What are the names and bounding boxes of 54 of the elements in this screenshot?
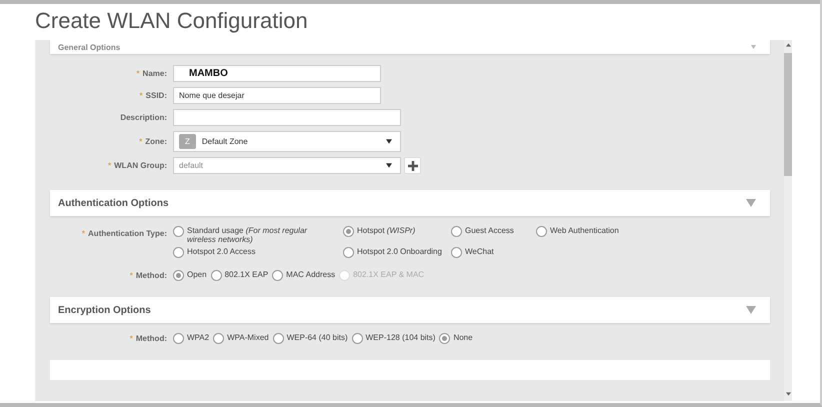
scroll-up-icon[interactable]	[786, 43, 790, 47]
radio-option[interactable]: WPA-Mixed	[213, 333, 269, 344]
radio-option[interactable]: Web Authentication	[536, 226, 770, 244]
collapse-icon[interactable]	[746, 199, 756, 207]
radio-option[interactable]: Hotspot 2.0 Onboarding	[343, 247, 451, 258]
text-field[interactable]: MAMBO	[173, 65, 381, 82]
text-field[interactable]	[173, 109, 401, 126]
field-label: Description:	[120, 113, 167, 122]
required-mark: *	[130, 271, 133, 280]
radio-option[interactable]: Standard usage (For most regular wireless networks)	[173, 226, 343, 244]
collapse-icon[interactable]	[751, 45, 756, 49]
radio-option[interactable]: Hotspot 2.0 Access	[173, 247, 343, 258]
section-title: General Options	[58, 42, 120, 52]
radio-option[interactable]: MAC Address	[272, 270, 336, 281]
zone-dropdown[interactable]: Z Default Zone	[173, 131, 401, 152]
section-title: Authentication Options	[58, 198, 169, 208]
zone-badge: Z	[179, 134, 196, 149]
field-label: Zone:	[145, 137, 167, 146]
required-mark: *	[108, 161, 112, 170]
plus-icon	[408, 160, 418, 170]
field-label: WLAN Group:	[114, 161, 167, 170]
dropdown-arrow-icon	[386, 139, 392, 144]
radio-option[interactable]: WPA2	[173, 333, 210, 344]
field-label: Name:	[142, 69, 167, 78]
radio-option[interactable]: Open	[173, 270, 207, 281]
collapse-icon[interactable]	[746, 306, 756, 314]
section-header[interactable]: General Options	[50, 40, 770, 54]
text-field[interactable]: Nome que desejar	[173, 87, 381, 104]
required-mark: *	[140, 91, 143, 100]
dialog-title: Create WLAN Configuration	[35, 8, 308, 33]
scroll-down-icon[interactable]	[786, 392, 790, 396]
required-mark: *	[130, 334, 133, 343]
radio-option[interactable]: WEP-64 (40 bits)	[272, 333, 348, 344]
field-label: SSID:	[146, 91, 167, 100]
add-button[interactable]	[404, 157, 421, 174]
radio-option[interactable]: WeChat	[451, 247, 536, 258]
field-label: Authentication Type:	[88, 229, 167, 238]
group-dropdown[interactable]: default	[173, 157, 401, 174]
scroll-thumb[interactable]	[784, 53, 792, 176]
radio-option[interactable]: WEP-128 (104 bits)	[352, 333, 436, 344]
field-label: Method:	[136, 334, 167, 343]
field-label: Method:	[136, 271, 167, 280]
radio-option[interactable]: Hotspot (WISPr)	[343, 226, 451, 244]
radio-option[interactable]: None	[439, 333, 473, 344]
dropdown-arrow-icon	[386, 163, 392, 168]
required-mark: *	[139, 137, 142, 146]
section-header[interactable]: Encryption Options	[50, 297, 770, 323]
radio-option[interactable]: 802.1X EAP	[210, 270, 268, 281]
required-mark: *	[82, 229, 86, 238]
required-mark: *	[136, 69, 140, 78]
scrollbar[interactable]	[784, 40, 792, 401]
section-header[interactable]: Authentication Options	[50, 190, 770, 216]
radio-option[interactable]: Guest Access	[451, 226, 536, 244]
section-title: Encryption Options	[58, 304, 151, 316]
